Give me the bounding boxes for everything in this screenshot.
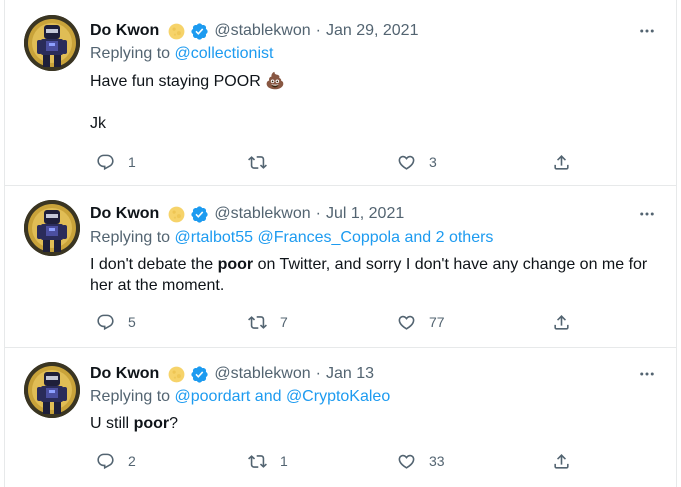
tweet-text-part: I don't debate the — [90, 256, 218, 273]
replying-prefix: Replying to — [90, 229, 175, 246]
tweet-text-bold: poor — [133, 415, 170, 432]
timestamp[interactable]: Jul 1, 2021 — [326, 205, 404, 223]
replying-prefix: Replying to — [90, 45, 175, 62]
separator-dot: · — [315, 22, 321, 39]
handle[interactable]: @stablekwon — [214, 205, 310, 223]
reply-icon — [94, 151, 116, 173]
separator-dot: · — [315, 205, 321, 222]
retweet-button[interactable]: 1 — [246, 449, 288, 473]
share-icon — [550, 450, 572, 472]
mention-link[interactable]: @Frances_Coppola — [257, 229, 400, 246]
more-icon[interactable] — [637, 365, 657, 383]
share-button[interactable] — [550, 310, 572, 334]
tweet-text: U still poor? — [90, 413, 650, 434]
mention-others-link[interactable]: and 2 others — [400, 229, 493, 246]
tweet-actions: 5 7 77 — [90, 310, 600, 334]
handle[interactable]: @stablekwon — [214, 22, 310, 40]
share-button[interactable] — [550, 150, 572, 174]
avatar-icon — [24, 362, 80, 418]
replying-prefix: Replying to — [90, 388, 175, 405]
mention-link[interactable]: @poordart — [175, 388, 251, 405]
reply-button[interactable]: 1 — [94, 150, 136, 174]
timestamp[interactable]: Jan 13 — [326, 365, 374, 383]
retweet-button[interactable] — [246, 150, 280, 174]
replying-to: Replying to @rtalbot55 @Frances_Coppola … — [90, 229, 493, 247]
like-button[interactable]: 77 — [395, 310, 445, 334]
poop-emoji: 💩 — [265, 73, 286, 90]
avatar[interactable] — [24, 200, 80, 256]
like-button[interactable]: 3 — [395, 150, 437, 174]
tweet-text-part: U still — [90, 415, 134, 432]
replying-to: Replying to @poordart and @CryptoKaleo — [90, 388, 390, 406]
tweet-text-bold: poor — [217, 256, 254, 273]
avatar[interactable] — [24, 15, 80, 71]
verified-icon — [190, 205, 209, 224]
tweet-text-line: Have fun staying POOR — [90, 73, 266, 90]
tweet-text-part: ? — [169, 415, 179, 432]
like-icon — [395, 151, 417, 173]
reply-count: 1 — [128, 154, 136, 170]
mention-link[interactable]: @rtalbot55 — [175, 229, 254, 246]
tweet-header: Do Kwon @stablekwon · Jan 29, 2021 — [90, 20, 418, 42]
handle[interactable]: @stablekwon — [214, 365, 310, 383]
reply-count: 5 — [128, 314, 136, 330]
moon-icon — [167, 205, 186, 224]
retweet-count: 1 — [280, 453, 288, 469]
retweet-icon — [246, 311, 268, 333]
moon-icon — [167, 365, 186, 384]
verified-icon — [190, 22, 209, 41]
retweet-button[interactable]: 7 — [246, 310, 288, 334]
like-count: 77 — [429, 314, 445, 330]
more-icon[interactable] — [637, 205, 657, 223]
display-name[interactable]: Do Kwon — [90, 205, 159, 223]
avatar[interactable] — [24, 362, 80, 418]
tweet-text: I don't debate the poor on Twitter, and … — [90, 254, 650, 296]
avatar-icon — [24, 15, 80, 71]
like-count: 3 — [429, 154, 437, 170]
separator-dot: · — [315, 365, 321, 382]
mention-link[interactable]: @CryptoKaleo — [286, 388, 390, 405]
reply-icon — [94, 311, 116, 333]
reply-icon — [94, 450, 116, 472]
avatar-icon — [24, 200, 80, 256]
tweet-2[interactable]: Do Kwon @stablekwon · Jul 1, 2021 Replyi… — [4, 186, 677, 348]
replying-to: Replying to @collectionist — [90, 45, 273, 63]
reply-button[interactable]: 5 — [94, 310, 136, 334]
reply-count: 2 — [128, 453, 136, 469]
share-button[interactable] — [550, 449, 572, 473]
mention-link[interactable]: @collectionist — [175, 45, 274, 62]
like-count: 33 — [429, 453, 445, 469]
retweet-count: 7 — [280, 314, 288, 330]
tweet-actions: 2 1 33 — [90, 449, 600, 473]
tweet-3[interactable]: Do Kwon @stablekwon · Jan 13 Replying to… — [4, 348, 677, 487]
tweet-text-line-2: Jk — [90, 115, 106, 132]
like-icon — [395, 311, 417, 333]
mention-join: and — [250, 388, 286, 405]
like-button[interactable]: 33 — [395, 449, 445, 473]
like-icon — [395, 450, 417, 472]
share-icon — [550, 151, 572, 173]
display-name[interactable]: Do Kwon — [90, 365, 159, 383]
tweet-header: Do Kwon @stablekwon · Jan 13 — [90, 363, 374, 385]
retweet-icon — [246, 450, 268, 472]
verified-icon — [190, 365, 209, 384]
tweet-header: Do Kwon @stablekwon · Jul 1, 2021 — [90, 203, 404, 225]
tweet-1[interactable]: Do Kwon @stablekwon · Jan 29, 2021 Reply… — [4, 0, 677, 186]
share-icon — [550, 311, 572, 333]
retweet-icon — [246, 151, 268, 173]
tweet-actions: 1 3 — [90, 150, 600, 174]
more-icon[interactable] — [637, 22, 657, 40]
display-name[interactable]: Do Kwon — [90, 22, 159, 40]
reply-button[interactable]: 2 — [94, 449, 136, 473]
tweet-text: Have fun staying POOR 💩 Jk — [90, 71, 650, 134]
timestamp[interactable]: Jan 29, 2021 — [326, 22, 419, 40]
moon-icon — [167, 22, 186, 41]
